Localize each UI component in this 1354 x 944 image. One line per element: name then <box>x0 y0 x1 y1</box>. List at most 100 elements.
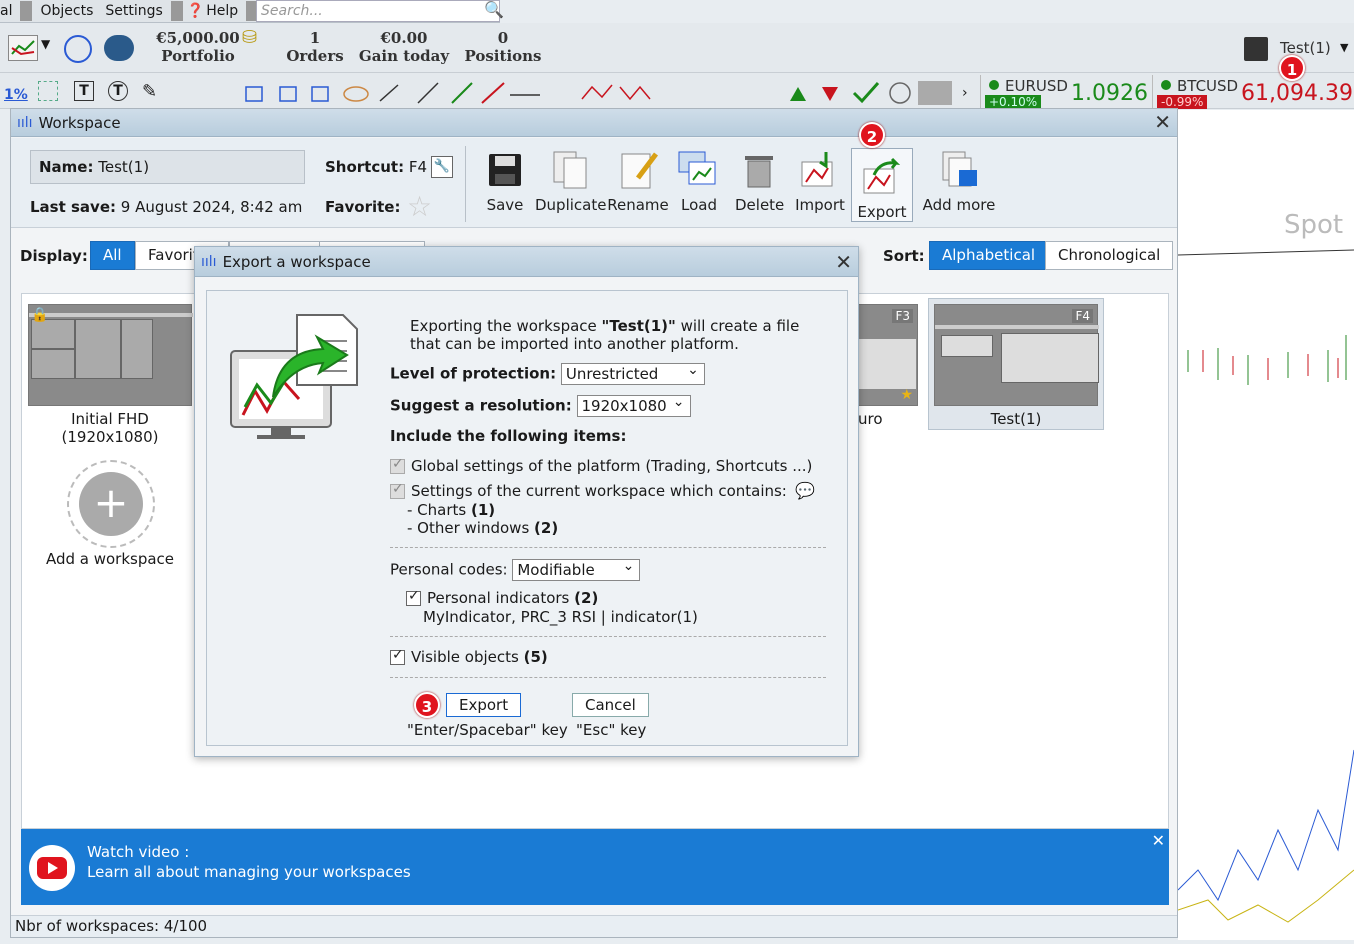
workspace-chevron-icon[interactable]: ▼ <box>1340 41 1348 54</box>
info-bubble-icon[interactable]: 💬 <box>795 481 815 500</box>
protection-label: Level of protection: <box>390 364 557 383</box>
ticker-btcusd-change: -0.99% <box>1157 95 1208 109</box>
load-icon <box>677 148 721 192</box>
protection-select[interactable]: Unrestricted <box>560 360 705 385</box>
name-field[interactable]: Name: Test(1) <box>30 150 305 184</box>
current-settings-checkbox[interactable] <box>390 481 405 499</box>
sort-alphabetical-tab[interactable]: Alphabetical <box>929 241 1049 270</box>
portfolio-stat[interactable]: €5,000.00 Portfolio <box>150 29 246 65</box>
menu-item-settings[interactable]: Settings <box>99 3 168 19</box>
cancel-button[interactable]: Cancel <box>572 693 649 717</box>
protection-row: Level of protection: Unrestricted <box>390 360 705 385</box>
favorite-star-icon: ★ <box>900 387 913 403</box>
export-hint: "Enter/Spacebar" key <box>407 721 568 739</box>
banner-title: Watch video : <box>87 843 190 861</box>
zone-tool-icon[interactable] <box>38 81 58 101</box>
refresh-icon[interactable] <box>64 35 92 63</box>
export-confirm-button[interactable]: Export <box>446 693 522 717</box>
favorite-label: Favorite: <box>325 198 401 216</box>
gain-value: €0.00 <box>380 29 428 47</box>
percent-tool[interactable]: 1% <box>4 87 28 103</box>
gain-label: Gain today <box>358 47 450 65</box>
ticker-eurusd-price: 1.0926 <box>1071 81 1148 106</box>
workspace-thumbnail: F3 ★ <box>858 304 918 406</box>
favorite: Favorite: <box>325 198 400 216</box>
chevron-right-icon[interactable]: › <box>962 85 968 101</box>
add-workspace-label[interactable]: Add a workspace <box>28 550 192 568</box>
chevron-down-icon[interactable]: ▼ <box>41 37 50 51</box>
charts-item: - Charts (1) <box>407 501 496 519</box>
last-save-label: Last save: <box>30 198 117 216</box>
text-bubble-tool-icon[interactable]: T <box>108 81 128 101</box>
pencil-icon[interactable]: ✎ <box>142 81 157 102</box>
import-icon <box>798 148 842 192</box>
export-dialog: ıılı Export a workspace ✕ Exporting the … <box>194 246 859 757</box>
drawing-toolbar: 1% T T ✎ › EURUSD +0.10% 1.0926 BTCUSD -… <box>0 73 1354 109</box>
add-more-button[interactable]: Add more <box>921 148 997 214</box>
indicator-tools-icons[interactable] <box>580 79 970 105</box>
export-icon <box>860 155 904 199</box>
personal-indicators-row: Personal indicators (2) <box>406 588 598 607</box>
workspace-card-initial-fhd[interactable]: 🔒 Initial FHD (1920x1080) <box>28 304 193 446</box>
load-button[interactable]: Load <box>677 148 721 214</box>
last-save-value: 9 August 2024, 8:42 am <box>120 198 303 216</box>
add-more-icon <box>937 148 981 192</box>
add-workspace-button[interactable]: + <box>67 460 155 548</box>
menu-item-help[interactable]: Help <box>206 3 244 19</box>
save-button[interactable]: Save <box>483 148 527 214</box>
chart-icon[interactable] <box>8 35 38 61</box>
orders-value: 1 <box>309 29 321 47</box>
save-workspace-icon[interactable] <box>1244 37 1268 61</box>
search-input[interactable]: Search... <box>256 0 500 22</box>
display-all-tab[interactable]: All <box>90 241 135 270</box>
workspace-card-test1[interactable]: F4 Test(1) <box>928 298 1104 430</box>
export-dialog-close-icon[interactable]: ✕ <box>835 252 852 272</box>
workspace-titlebar[interactable]: ıılı Workspace <box>11 109 1177 137</box>
drawing-tools-icons[interactable] <box>170 79 570 105</box>
export-dialog-titlebar[interactable]: ıılı Export a workspace <box>195 247 858 277</box>
search-icon[interactable]: 🔍 <box>478 0 510 19</box>
current-settings-label: Settings of the current workspace which … <box>411 482 787 500</box>
workspace-card-euro[interactable]: F3 ★ uro <box>858 304 918 428</box>
orders-stat[interactable]: 1 Orders <box>284 29 346 65</box>
workspace-name[interactable]: Test(1) <box>1280 39 1331 57</box>
chat-icon[interactable] <box>104 35 134 61</box>
import-button[interactable]: Import <box>795 148 845 214</box>
ticker-btcusd-price: 61,094.39 <box>1241 81 1353 106</box>
lock-icon: 🔒 <box>31 307 49 323</box>
sort-chronological-tab[interactable]: Chronological <box>1045 241 1174 270</box>
ticker-btcusd[interactable]: BTCUSD -0.99% 61,094.39 <box>1152 75 1354 109</box>
menu-item-objects[interactable]: Objects <box>34 3 99 19</box>
step-badge-2: 2 <box>859 122 885 148</box>
workspace-thumbnail: 🔒 <box>28 304 193 406</box>
step-badge-3: 3 <box>414 692 440 718</box>
personal-codes-select[interactable]: Modifiable <box>512 556 641 581</box>
platform-logo-icon: ıılı <box>201 253 217 270</box>
export-intro: Exporting the workspace "Test(1)" will c… <box>410 317 800 335</box>
favorite-star-icon[interactable]: ☆ <box>407 190 432 223</box>
duplicate-button[interactable]: Duplicate <box>535 148 606 214</box>
visible-objects-checkbox[interactable] <box>390 647 405 665</box>
gain-stat[interactable]: €0.00 Gain today <box>356 29 452 65</box>
wrench-icon[interactable]: 🔧 <box>431 156 453 178</box>
resolution-select[interactable]: 1920x1080 <box>576 392 691 417</box>
help-icon[interactable]: ❓ <box>185 3 206 19</box>
video-banner[interactable]: Watch video : Learn all about managing y… <box>21 829 1169 905</box>
positions-stat[interactable]: 0 Positions <box>462 29 544 65</box>
personal-indicators-checkbox[interactable] <box>406 588 421 606</box>
import-label: Import <box>795 196 845 214</box>
workspace-close-icon[interactable]: ✕ <box>1154 112 1171 132</box>
ticker-eurusd-change: +0.10% <box>985 95 1042 109</box>
coins-icon: ⛁ <box>242 27 258 48</box>
text-tool-icon[interactable]: T <box>74 81 94 101</box>
name-label: Name: <box>39 158 94 176</box>
global-settings-checkbox[interactable] <box>390 456 405 474</box>
banner-close-icon[interactable]: ✕ <box>1152 831 1165 850</box>
delete-button[interactable]: Delete <box>735 148 784 214</box>
rename-button[interactable]: Rename <box>607 148 669 214</box>
ticker-eurusd[interactable]: EURUSD +0.10% 1.0926 <box>980 75 1150 109</box>
export-button[interactable]: Export <box>851 148 913 222</box>
menu-item-al[interactable]: al <box>0 3 18 19</box>
shortcut-value: F4 <box>408 158 428 176</box>
workspace-count: Nbr of workspaces: 4/100 <box>11 915 1177 937</box>
